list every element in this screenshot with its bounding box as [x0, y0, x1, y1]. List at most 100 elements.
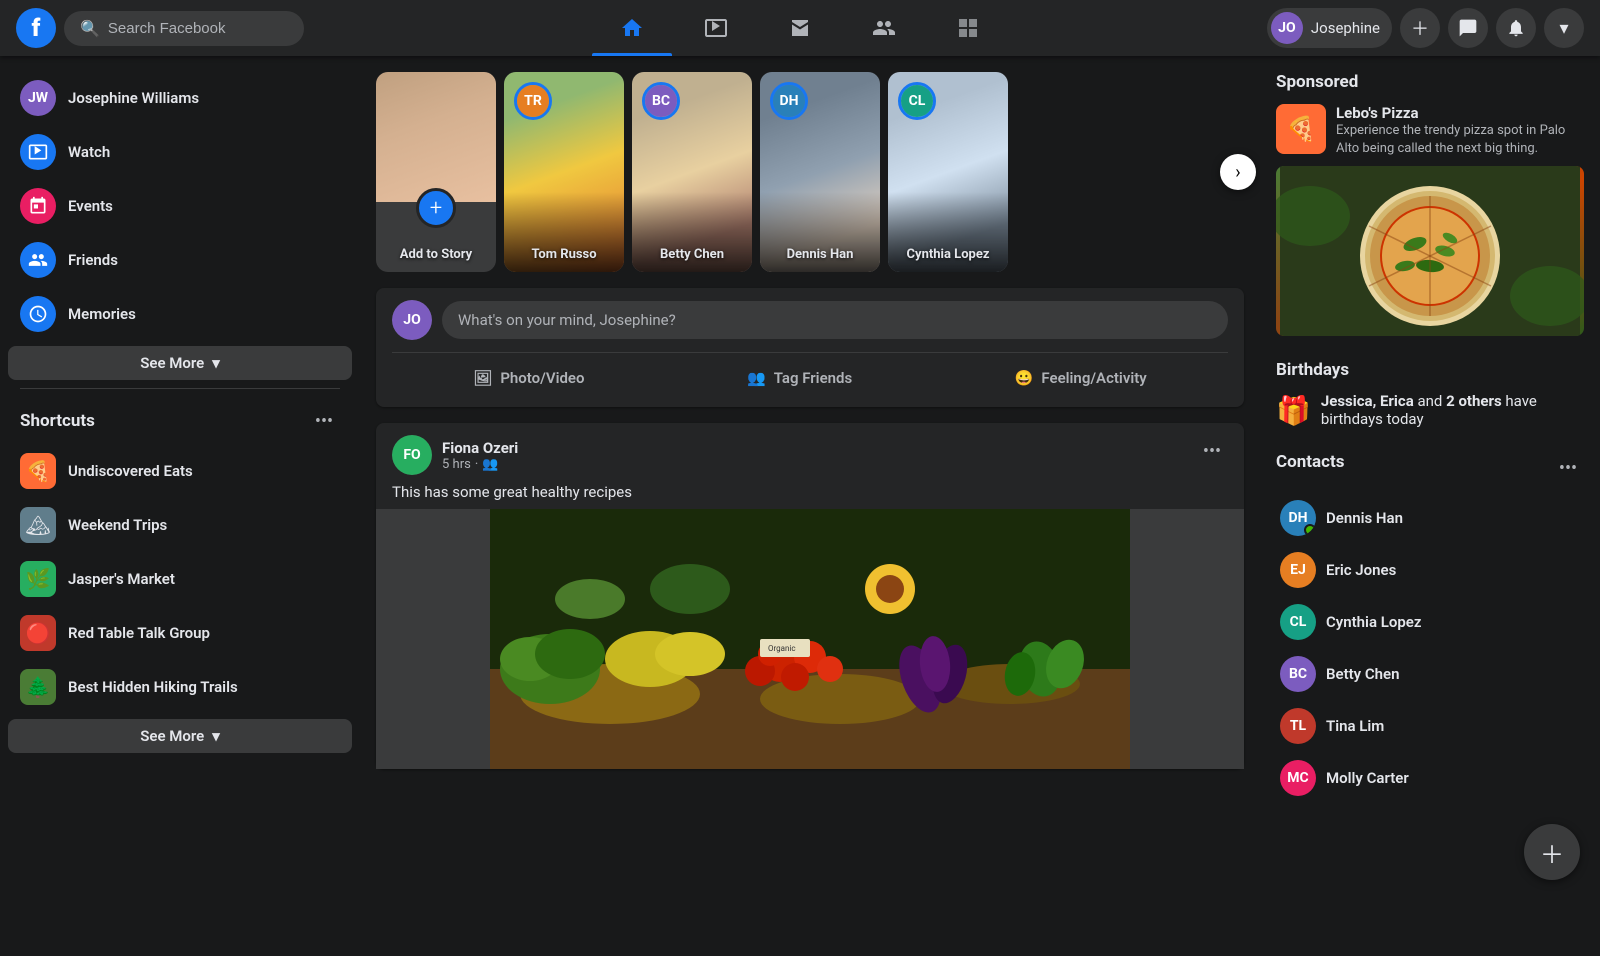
sidebar-left: JW Josephine Williams Watch Events Frien…	[0, 56, 360, 900]
new-chat-button[interactable]: ＋	[1524, 824, 1580, 880]
contact-betty-chen[interactable]: BC Betty Chen	[1276, 648, 1584, 700]
story-dennis-han[interactable]: DH Dennis Han	[760, 72, 880, 272]
post-user-avatar: JO	[392, 300, 432, 340]
birthdays-title: Birthdays	[1276, 360, 1584, 380]
sidebar-item-user[interactable]: JW Josephine Williams	[8, 72, 352, 124]
shortcuts-menu-button[interactable]: •••	[308, 405, 340, 437]
main-layout: JW Josephine Williams Watch Events Frien…	[0, 56, 1600, 900]
feed-post-1: FO Fiona Ozeri 5 hrs · 👥 ••• This has so…	[376, 423, 1244, 769]
notifications-button[interactable]	[1496, 8, 1536, 48]
see-more-button[interactable]: See More ▾	[8, 346, 352, 380]
tag-friends-button[interactable]: 👥 Tag Friends	[731, 361, 868, 395]
see-more-shortcuts-button[interactable]: See More ▾	[8, 719, 352, 753]
tom-russo-avatar: TR	[514, 82, 552, 120]
friends-icon	[20, 242, 56, 278]
sidebar-watch-label: Watch	[68, 143, 110, 161]
photo-video-button[interactable]: 🖼 Photo/Video	[457, 361, 600, 395]
sponsored-title: Sponsored	[1276, 72, 1584, 92]
sidebar-right: Sponsored 🍕 Lebo's Pizza Experience the …	[1260, 56, 1600, 900]
contacts-menu-button[interactable]: •••	[1552, 452, 1584, 484]
ad-image-lebos[interactable]	[1276, 166, 1584, 336]
betty-chen-avatar: BC	[642, 82, 680, 120]
svg-text:Organic: Organic	[768, 644, 796, 653]
sidebar-item-friends[interactable]: Friends	[8, 234, 352, 286]
tag-friends-icon: 👥	[747, 369, 766, 387]
post-input[interactable]: What's on your mind, Josephine?	[442, 301, 1228, 339]
birthday-icon: 🎁	[1276, 394, 1311, 427]
shortcut-jaspers-market-label: Jasper's Market	[68, 570, 175, 588]
stories-next-button[interactable]: ›	[1220, 154, 1256, 190]
add-story-button[interactable]: +	[416, 188, 456, 228]
sidebar-item-watch[interactable]: Watch	[8, 126, 352, 178]
contact-tina-lim[interactable]: TL Tina Lim	[1276, 700, 1584, 752]
molly-carter-contact-avatar: MC	[1280, 760, 1316, 796]
eric-jones-contact-avatar: EJ	[1280, 552, 1316, 588]
story-tom-russo-label: Tom Russo	[504, 247, 624, 262]
nav-tab-pages[interactable]	[928, 8, 1008, 48]
contact-dennis-han-name: Dennis Han	[1326, 509, 1403, 527]
post-actions: 🖼 Photo/Video 👥 Tag Friends 😀 Feeling/Ac…	[392, 352, 1228, 395]
user-name: Josephine	[1311, 19, 1380, 37]
topnav: f 🔍 JO Josephine ＋	[0, 0, 1600, 56]
shortcuts-title: Shortcuts	[20, 411, 95, 431]
online-indicator	[1304, 524, 1316, 536]
shortcut-jaspers-market[interactable]: 🌿 Jasper's Market	[8, 553, 352, 605]
user-sidebar-avatar: JW	[20, 80, 56, 116]
feeling-button[interactable]: 😀 Feeling/Activity	[999, 361, 1163, 395]
ad-item-lebos: 🍕 Lebo's Pizza Experience the trendy piz…	[1276, 104, 1584, 158]
messenger-button[interactable]	[1448, 8, 1488, 48]
hidden-hiking-icon: 🌲	[20, 669, 56, 705]
post-1-time: 5 hrs	[442, 457, 471, 472]
contact-molly-carter[interactable]: MC Molly Carter	[1276, 752, 1584, 804]
story-cynthia-lopez[interactable]: CL Cynthia Lopez	[888, 72, 1008, 272]
nav-tab-home[interactable]	[592, 8, 672, 48]
stories-container: + Add to Story TR Tom Russo BC Betty Che	[376, 72, 1244, 272]
shortcut-weekend-trips[interactable]: 🏔 Weekend Trips	[8, 499, 352, 551]
add-story-card[interactable]: + Add to Story	[376, 72, 496, 272]
post-1-more-button[interactable]: •••	[1196, 435, 1228, 467]
nav-tab-watch[interactable]	[676, 8, 756, 48]
contact-eric-jones[interactable]: EJ Eric Jones	[1276, 544, 1584, 596]
user-chip[interactable]: JO Josephine	[1267, 8, 1392, 48]
contacts-header: Contacts •••	[1276, 452, 1584, 484]
sidebar-memories-label: Memories	[68, 305, 136, 323]
post-input-row: JO What's on your mind, Josephine?	[392, 300, 1228, 340]
story-tom-russo[interactable]: TR Tom Russo	[504, 72, 624, 272]
dennis-han-avatar: DH	[770, 82, 808, 120]
sidebar-item-memories[interactable]: Memories	[8, 288, 352, 340]
contact-cynthia-lopez[interactable]: CL Cynthia Lopez	[1276, 596, 1584, 648]
undiscovered-eats-icon: 🍕	[20, 453, 56, 489]
ad-desc-lebos: Experience the trendy pizza spot in Palo…	[1336, 122, 1584, 158]
weekend-trips-icon: 🏔	[20, 507, 56, 543]
sponsored-section: Sponsored 🍕 Lebo's Pizza Experience the …	[1276, 72, 1584, 336]
menu-button[interactable]: ▾	[1544, 8, 1584, 48]
birthday-others: 2 others	[1446, 392, 1502, 410]
story-betty-chen-label: Betty Chen	[632, 247, 752, 262]
memories-icon	[20, 296, 56, 332]
topnav-center	[356, 8, 1244, 48]
chevron-down-icon: ▾	[212, 354, 220, 372]
tag-friends-label: Tag Friends	[774, 369, 852, 387]
story-betty-chen[interactable]: BC Betty Chen	[632, 72, 752, 272]
feeling-icon: 😀	[1015, 369, 1034, 387]
nav-tab-groups[interactable]	[844, 8, 924, 48]
create-button[interactable]: ＋	[1400, 8, 1440, 48]
shortcut-hidden-hiking[interactable]: 🌲 Best Hidden Hiking Trails	[8, 661, 352, 713]
shortcut-undiscovered-eats[interactable]: 🍕 Undiscovered Eats	[8, 445, 352, 497]
birthday-item: 🎁 Jessica, Erica and 2 others have birth…	[1276, 392, 1584, 428]
facebook-logo[interactable]: f	[16, 8, 56, 48]
post-1-image: Organic	[376, 509, 1244, 769]
nav-tab-marketplace[interactable]	[760, 8, 840, 48]
new-chat-icon: ＋	[1540, 835, 1564, 870]
feeling-label: Feeling/Activity	[1041, 369, 1146, 387]
red-table-talk-icon: 🔴	[20, 615, 56, 651]
cynthia-lopez-avatar: CL	[898, 82, 936, 120]
birthdays-section: Birthdays 🎁 Jessica, Erica and 2 others …	[1276, 360, 1584, 428]
search-bar[interactable]: 🔍	[64, 11, 304, 46]
add-story-bg	[376, 72, 496, 202]
search-input[interactable]	[108, 20, 288, 37]
sidebar-item-events[interactable]: Events	[8, 180, 352, 232]
contact-dennis-han[interactable]: DH Dennis Han	[1276, 492, 1584, 544]
shortcut-red-table-talk[interactable]: 🔴 Red Table Talk Group	[8, 607, 352, 659]
search-icon: 🔍	[80, 19, 100, 38]
